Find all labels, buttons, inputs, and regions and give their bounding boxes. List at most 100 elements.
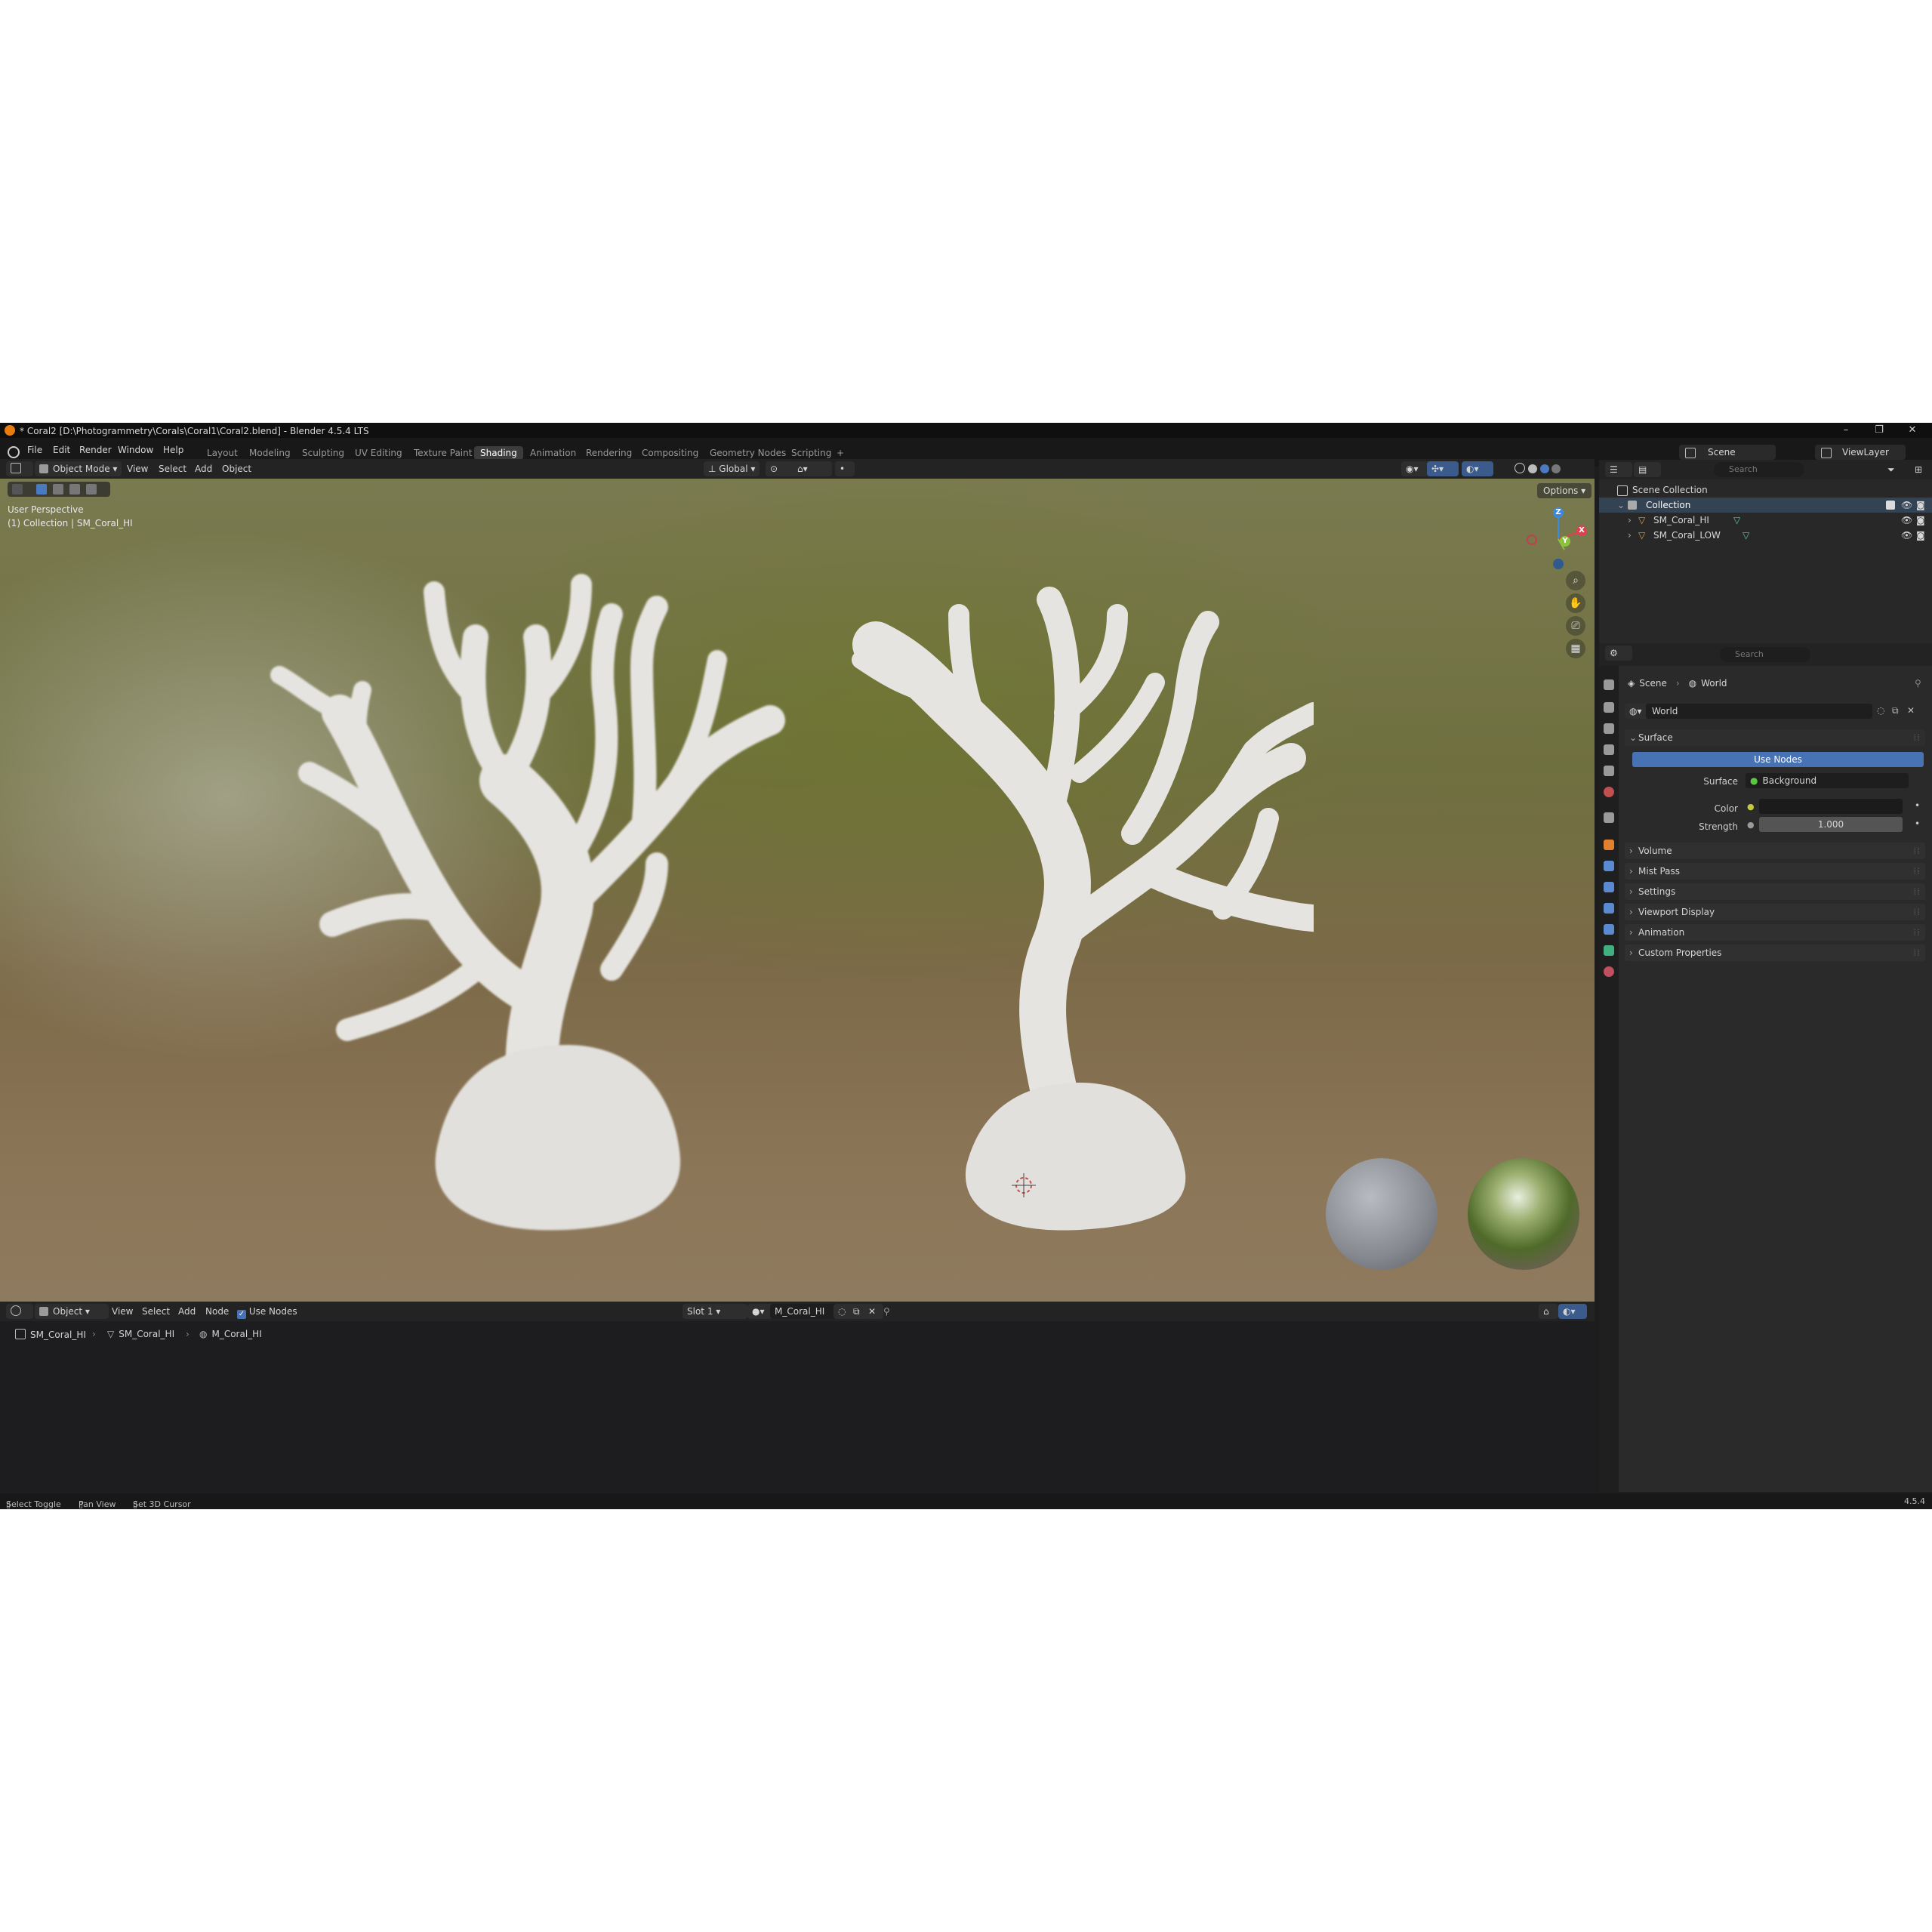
view-layer-selector[interactable]: ViewLayer <box>1815 445 1906 460</box>
options-dropdown[interactable]: Options ▾ <box>1537 483 1592 498</box>
viewport-menu-object[interactable]: Object <box>222 461 251 476</box>
strength-keyframe-icon[interactable]: • <box>1915 818 1920 829</box>
tab-sculpting[interactable]: Sculpting <box>296 446 350 460</box>
node-overlay-icon[interactable]: ◐▾ <box>1558 1304 1587 1319</box>
view-layer-tab-icon[interactable] <box>1604 744 1614 755</box>
exclude-checkbox[interactable] <box>1886 501 1895 510</box>
expand-arrow-icon[interactable]: › <box>1628 513 1632 528</box>
data-tab-icon[interactable] <box>1604 945 1614 956</box>
render-camera-icon[interactable]: ◙ <box>1916 513 1925 528</box>
tab-uv-editing[interactable]: UV Editing <box>349 446 408 460</box>
panel-surface[interactable]: ⌄ Surface ⁞⁞ <box>1625 729 1925 746</box>
material-preview-icon[interactable] <box>1539 464 1549 473</box>
unlink-material-icon[interactable]: ✕ <box>864 1304 883 1319</box>
add-workspace-button[interactable]: + <box>830 446 850 460</box>
viewport-menu-view[interactable]: View <box>127 461 148 476</box>
wireframe-shading-icon[interactable] <box>1514 463 1525 473</box>
select-new-icon[interactable] <box>36 484 47 495</box>
mesh-data-icon[interactable]: ▽ <box>1742 528 1749 543</box>
modifier-tab-icon[interactable] <box>1604 861 1614 871</box>
shader-editor-type-button[interactable] <box>6 1304 33 1319</box>
filter-icon[interactable]: ⏷ <box>1887 462 1895 477</box>
drag-handle-icon[interactable]: ⁞⁞ <box>1913 863 1921 880</box>
panel-settings[interactable]: › Settings ⁞⁞ <box>1625 883 1925 900</box>
shader-menu-node[interactable]: Node <box>205 1304 229 1319</box>
pin-icon[interactable]: ⚲ <box>883 1304 890 1319</box>
scene-tab-icon[interactable] <box>1604 766 1614 776</box>
outliner-collection[interactable]: ⌄ Collection 👁 ◙ <box>1599 498 1932 513</box>
color-keyframe-icon[interactable]: • <box>1915 800 1920 811</box>
gizmo-y-axis[interactable]: Y <box>1560 536 1570 547</box>
shader-menu-add[interactable]: Add <box>178 1304 196 1319</box>
panel-viewport-display[interactable]: › Viewport Display ⁞⁞ <box>1625 904 1925 920</box>
menu-render[interactable]: Render <box>79 445 112 455</box>
drag-handle-icon[interactable]: ⁞⁞ <box>1913 729 1921 746</box>
gizmo-neg-x-axis[interactable] <box>1527 535 1537 545</box>
shader-editor[interactable]: Object ▾ View Select Add Node ✓ Use Node… <box>0 1302 1595 1492</box>
camera-view-icon[interactable]: ⎚ <box>1566 616 1585 636</box>
menu-edit[interactable]: Edit <box>53 445 70 455</box>
tab-rendering[interactable]: Rendering <box>580 446 638 460</box>
blender-menu-icon[interactable] <box>8 446 20 458</box>
world-name-field[interactable]: World <box>1646 704 1872 719</box>
viewport-menu-select[interactable]: Select <box>159 461 186 476</box>
panel-animation[interactable]: › Animation ⁞⁞ <box>1625 924 1925 941</box>
panel-mist-pass[interactable]: › Mist Pass ⁞⁞ <box>1625 863 1925 880</box>
menu-window[interactable]: Window <box>118 445 153 455</box>
visibility-eye-icon[interactable]: 👁 <box>1901 513 1912 528</box>
new-world-icon[interactable]: ⧉ <box>1892 705 1899 716</box>
outliner-object-row[interactable]: › ▽ SM_Coral_LOW ▽ 👁 ◙ <box>1599 528 1932 543</box>
coral-model-hi[interactable] <box>249 547 853 1256</box>
tab-shading[interactable]: Shading <box>474 446 523 460</box>
tab-modeling[interactable]: Modeling <box>243 446 297 460</box>
mode-dropdown[interactable]: Object Mode ▾ <box>35 461 122 476</box>
material-name-field[interactable]: M_Coral_HI <box>770 1304 840 1319</box>
panel-volume[interactable]: › Volume ⁞⁞ <box>1625 843 1925 859</box>
world-tab-icon[interactable] <box>1604 787 1614 797</box>
properties-editor[interactable]: ⚙ Search ◈ Scene › ◍ World ⚲ ◍▾ World ◌ ⧉ <box>1599 643 1932 1492</box>
particles-tab-icon[interactable] <box>1604 882 1614 892</box>
menu-file[interactable]: File <box>27 445 42 455</box>
outliner[interactable]: ☰ ▤ Search ⏷ ⊞ Scene Collection ⌄ Collec… <box>1599 460 1932 646</box>
outliner-search-input[interactable]: Search <box>1714 462 1804 477</box>
strength-field[interactable]: 1.000 <box>1759 817 1903 832</box>
snap-icon[interactable]: ⌂ <box>1539 1304 1558 1319</box>
slot-dropdown[interactable]: Slot 1 ▾ <box>683 1304 747 1319</box>
drag-handle-icon[interactable]: ⁞⁞ <box>1913 883 1921 900</box>
editor-type-button[interactable] <box>6 461 33 476</box>
tab-animation[interactable]: Animation <box>524 446 582 460</box>
collection-tab-icon[interactable] <box>1604 812 1614 823</box>
viewport-menu-add[interactable]: Add <box>195 461 212 476</box>
tab-layout[interactable]: Layout <box>201 446 244 460</box>
minimize-button[interactable]: – <box>1835 424 1857 436</box>
surface-shader-field[interactable]: ● Background <box>1746 773 1909 788</box>
rendered-shading-icon[interactable] <box>1551 464 1561 473</box>
display-mode-button[interactable]: ▤ <box>1634 462 1661 477</box>
drag-handle-icon[interactable]: ⁞⁞ <box>1913 924 1921 941</box>
gizmo-neg-z-axis[interactable] <box>1553 559 1564 569</box>
tab-compositing[interactable]: Compositing <box>636 446 704 460</box>
unlink-world-icon[interactable]: ✕ <box>1907 705 1915 716</box>
solid-shading-icon[interactable] <box>1527 464 1537 473</box>
render-camera-icon[interactable]: ◙ <box>1916 498 1925 513</box>
tab-texture-paint[interactable]: Texture Paint <box>408 446 478 460</box>
shader-type-dropdown[interactable]: Object ▾ <box>35 1304 109 1319</box>
pivot-point-button[interactable]: ⊙ <box>766 461 796 476</box>
3d-viewport[interactable]: User Perspective (1) Collection | SM_Cor… <box>0 479 1595 1302</box>
pan-hand-icon[interactable]: ✋ <box>1566 593 1585 613</box>
outliner-scene-collection[interactable]: Scene Collection <box>1599 482 1932 498</box>
use-nodes-toggle[interactable]: ✓ Use Nodes <box>237 1304 297 1319</box>
render-camera-icon[interactable]: ◙ <box>1916 528 1925 543</box>
gizmo-x-axis[interactable]: X <box>1576 525 1587 536</box>
select-subtract-icon[interactable] <box>69 484 80 495</box>
object-tab-icon[interactable] <box>1604 840 1614 850</box>
color-swatch[interactable] <box>1759 799 1903 814</box>
fake-user-icon[interactable]: ◌ <box>1877 705 1884 716</box>
mesh-data-icon[interactable]: ▽ <box>1733 513 1740 528</box>
coral-model-low[interactable] <box>830 547 1314 1241</box>
collapse-arrow-icon[interactable]: ⌄ <box>1617 498 1625 513</box>
constraints-tab-icon[interactable] <box>1604 924 1614 935</box>
menu-help[interactable]: Help <box>163 445 183 455</box>
scene-selector[interactable]: Scene <box>1679 445 1776 460</box>
outliner-object-row[interactable]: › ▽ SM_Coral_HI ▽ 👁 ◙ <box>1599 513 1932 528</box>
